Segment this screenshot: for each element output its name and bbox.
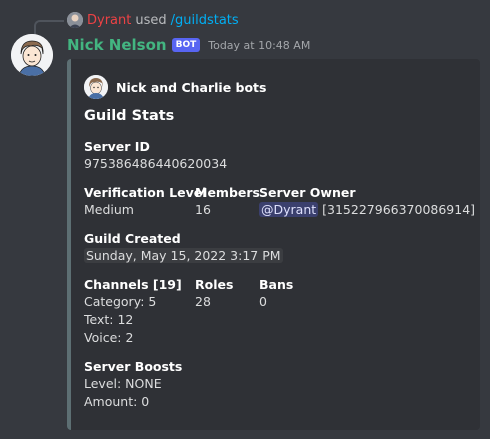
field-server-boosts: Server Boosts Level: NONE Amount: 0 [84, 358, 182, 411]
user-avatar-icon[interactable] [67, 12, 83, 28]
field-server-owner: Server Owner @Dyrant [315227966370086914… [259, 184, 475, 219]
bot-avatar-icon[interactable] [11, 34, 53, 76]
field-value: 975386486440620034 [84, 156, 228, 171]
embed-author: Nick and Charlie bots [84, 75, 266, 99]
interaction-command[interactable]: /guildstats [171, 13, 239, 28]
boosts-amount: Amount: 0 [84, 394, 150, 409]
field-name: Verification Level [84, 185, 207, 200]
embed-title: Guild Stats [84, 108, 175, 124]
field-bans: Bans 0 [259, 276, 293, 311]
field-channels: Channels [19] Category: 5 Text: 12 Voice… [84, 276, 182, 347]
author-avatar-icon [84, 75, 108, 99]
field-value: @Dyrant [315227966370086914] [259, 201, 475, 219]
field-name: Server Boosts [84, 359, 183, 374]
message-header: Nick Nelson BOT Today at 10:48 AM [67, 36, 310, 54]
field-value: 28 [195, 294, 211, 309]
channels-text: Text: 12 [84, 312, 134, 327]
field-name: Server ID [84, 139, 150, 154]
reply-connector-icon [34, 20, 64, 34]
field-members: Members 16 [195, 184, 260, 219]
field-value: 16 [195, 202, 211, 217]
field-name: Guild Created [84, 231, 181, 246]
message-container: Dyrant used /guildstats Nick Nelson BOT … [0, 0, 490, 439]
field-verification-level: Verification Level Medium [84, 184, 206, 219]
owner-id: [315227966370086914] [322, 202, 476, 217]
bot-tag-badge: BOT [171, 38, 201, 52]
interaction-used-text: used [135, 12, 167, 28]
embed-card: Nick and Charlie bots Guild Stats Server… [67, 59, 480, 430]
field-name: Channels [19] [84, 277, 182, 292]
field-roles: Roles 28 [195, 276, 233, 311]
field-name: Roles [195, 277, 234, 292]
message-timestamp[interactable]: Today at 10:48 AM [208, 39, 310, 52]
boosts-level: Level: NONE [84, 376, 162, 391]
channels-voice: Voice: 2 [84, 330, 134, 345]
channels-category: Category: 5 [84, 294, 157, 309]
field-value: Medium [84, 202, 134, 217]
field-value: 0 [259, 294, 267, 309]
field-name: Server Owner [259, 185, 356, 200]
interaction-header[interactable]: Dyrant used /guildstats [67, 12, 239, 28]
username[interactable]: Nick Nelson [67, 36, 167, 54]
guild-created-timestamp[interactable]: Sunday, May 15, 2022 3:17 PM [84, 248, 283, 263]
field-server-id: Server ID 975386486440620034 [84, 138, 227, 173]
field-value: Sunday, May 15, 2022 3:17 PM [84, 247, 283, 265]
field-name: Members [195, 185, 260, 200]
interaction-user[interactable]: Dyrant [87, 13, 131, 28]
embed-author-name: Nick and Charlie bots [116, 79, 267, 95]
field-guild-created: Guild Created Sunday, May 15, 2022 3:17 … [84, 230, 283, 265]
owner-mention[interactable]: @Dyrant [259, 202, 319, 217]
field-name: Bans [259, 277, 294, 292]
